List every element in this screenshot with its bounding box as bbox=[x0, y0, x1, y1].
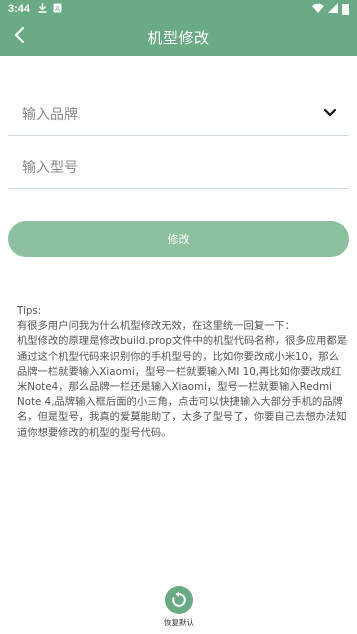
status-bar: 3:44 A bbox=[0, 0, 357, 18]
restore-label: 恢复默认 bbox=[164, 618, 194, 627]
tips-line: 机型修改的原理是修改build.prop文件中的机型代码名称，很多应用都是通过这… bbox=[17, 335, 347, 439]
modify-button[interactable]: 修改 bbox=[8, 221, 349, 257]
brand-placeholder: 输入品牌 bbox=[22, 106, 78, 123]
modify-button-label: 修改 bbox=[167, 233, 190, 246]
brand-input[interactable]: 输入品牌 bbox=[8, 92, 349, 136]
wifi-icon bbox=[312, 3, 324, 16]
brand-dropdown-chevron-icon[interactable] bbox=[323, 106, 337, 122]
download-icon bbox=[38, 2, 47, 16]
signal-icon bbox=[328, 2, 338, 16]
app-bar: 机型修改 bbox=[0, 18, 357, 56]
status-right-icons bbox=[312, 2, 349, 16]
notification-a-icon: A bbox=[53, 3, 62, 16]
model-input[interactable]: 输入型号 bbox=[8, 145, 349, 189]
back-button[interactable] bbox=[8, 26, 30, 48]
svg-text:A: A bbox=[55, 5, 60, 13]
restore-default-button[interactable]: 恢复默认 bbox=[159, 586, 199, 628]
battery-icon bbox=[342, 3, 349, 15]
page-title: 机型修改 bbox=[147, 28, 210, 47]
chevron-left-icon bbox=[13, 26, 25, 48]
tips-line: 有很多用户问我为什么机型修改无效，在这里统一回复一下： bbox=[17, 320, 296, 333]
status-time: 3:44 bbox=[8, 3, 31, 15]
model-placeholder: 输入型号 bbox=[22, 159, 78, 176]
tips-heading: Tips: bbox=[17, 305, 42, 317]
restore-icon bbox=[165, 586, 193, 614]
tips-section: Tips: 有很多用户问我为什么机型修改无效，在这里统一回复一下： 机型修改的原… bbox=[17, 304, 347, 441]
